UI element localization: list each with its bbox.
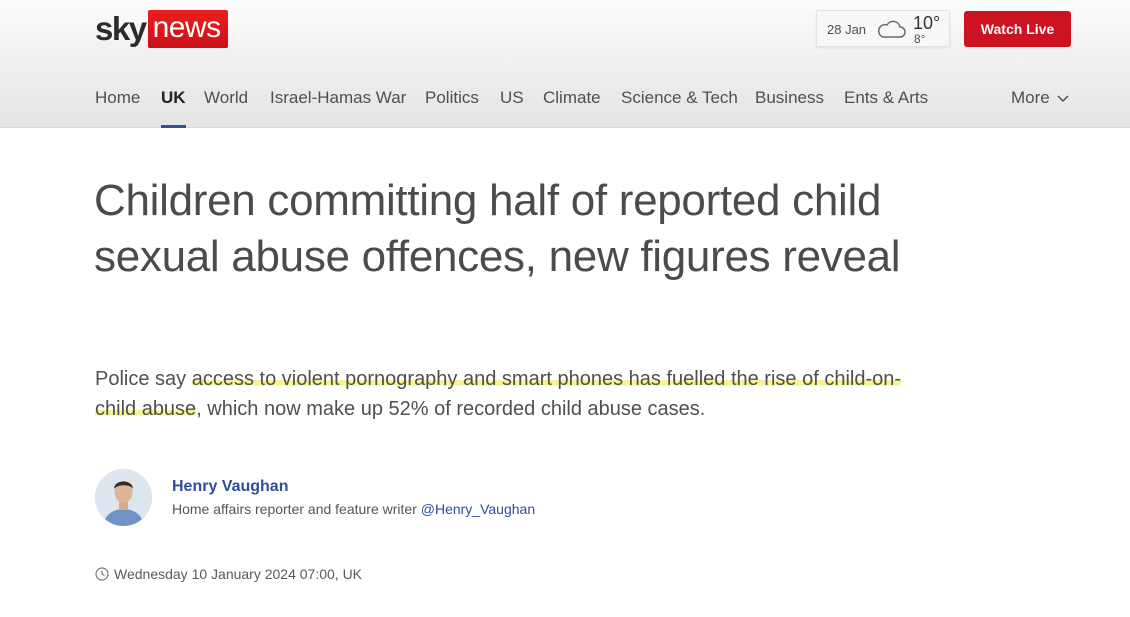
standfirst-intro: Police say xyxy=(95,368,192,390)
sky-news-logo[interactable]: sky news xyxy=(95,10,228,48)
nav-more-button[interactable]: More xyxy=(1011,88,1070,108)
main-nav: Home UK World Israel-Hamas War Politics … xyxy=(0,84,1130,128)
article-headline: Children committing half of reported chi… xyxy=(94,176,901,281)
article-date-text: Wednesday 10 January 2024 07:00, UK xyxy=(114,566,363,582)
nav-item-israel-hamas-war[interactable]: Israel-Hamas War xyxy=(270,88,406,128)
clock-icon xyxy=(95,567,109,581)
nav-more-label: More xyxy=(1011,88,1050,107)
weather-date: 28 Jan xyxy=(827,22,867,37)
author-name-link[interactable]: Henry Vaughan xyxy=(172,478,288,496)
logo-sky-text: sky xyxy=(95,10,147,47)
author-photo xyxy=(95,469,152,526)
masthead: sky news 28 Jan 10° 8° Watch Live Home U… xyxy=(0,0,1130,128)
weather-widget[interactable]: 28 Jan 10° 8° xyxy=(816,10,950,47)
logo-news-text: news xyxy=(147,10,228,48)
nav-item-uk-label: UK xyxy=(161,88,186,107)
author-twitter-handle[interactable]: @Henry_Vaughan xyxy=(421,501,535,517)
nav-item-home[interactable]: Home xyxy=(95,88,140,128)
article-dateline: Wednesday 10 January 2024 07:00, UK xyxy=(95,566,362,582)
article-standfirst: Police say access to violent pornography… xyxy=(95,364,905,424)
nav-item-science-tech[interactable]: Science & Tech xyxy=(621,88,738,128)
nav-item-business[interactable]: Business xyxy=(755,88,824,128)
nav-item-world[interactable]: World xyxy=(204,88,248,128)
author-role-text: Home affairs reporter and feature writer xyxy=(172,501,421,517)
standfirst-rest: , which now make up 52% of recorded chil… xyxy=(196,398,706,420)
watch-live-button[interactable]: Watch Live xyxy=(964,11,1071,47)
author-role: Home affairs reporter and feature writer… xyxy=(172,501,535,517)
nav-item-politics[interactable]: Politics xyxy=(425,88,479,128)
nav-item-ents-arts[interactable]: Ents & Arts xyxy=(844,88,928,128)
nav-item-uk[interactable]: UK xyxy=(161,88,186,128)
nav-item-climate[interactable]: Climate xyxy=(543,88,601,128)
weather-low-temp: 8° xyxy=(914,32,926,46)
cloud-icon xyxy=(877,20,906,38)
author-avatar[interactable] xyxy=(95,469,152,526)
weather-high-temp: 10° xyxy=(913,13,941,33)
active-tab-indicator xyxy=(161,125,186,128)
chevron-down-icon xyxy=(1057,95,1069,103)
nav-item-us[interactable]: US xyxy=(500,88,524,128)
